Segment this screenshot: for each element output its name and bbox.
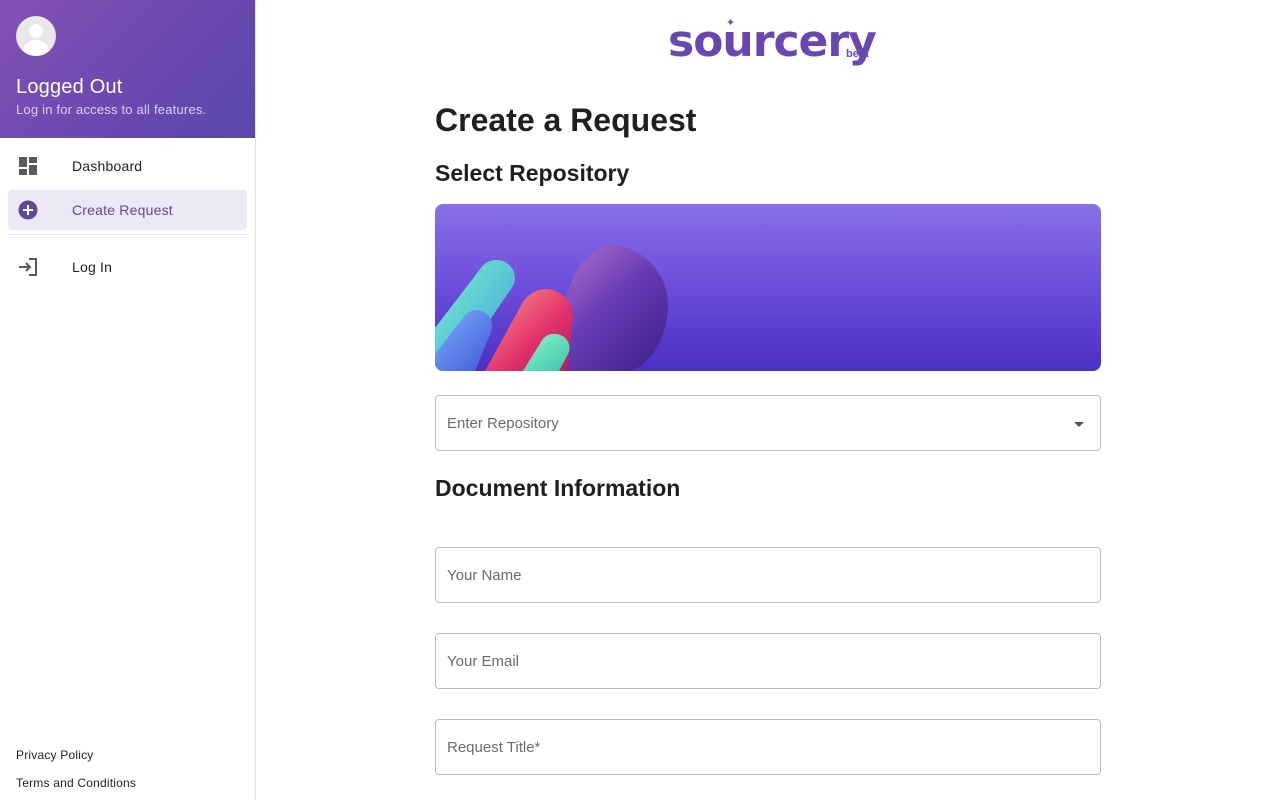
add-circle-icon — [18, 200, 38, 220]
repository-banner — [435, 204, 1101, 371]
sidebar-item-label: Log In — [72, 259, 113, 275]
chevron-down-icon[interactable] — [1072, 418, 1086, 432]
dashboard-icon — [18, 156, 38, 176]
request-title-input[interactable] — [436, 720, 1100, 774]
privacy-policy-link[interactable]: Privacy Policy — [16, 748, 136, 762]
your-email-input[interactable] — [436, 634, 1100, 688]
sidebar-footer: Privacy Policy Terms and Conditions — [16, 734, 136, 790]
your-name-field[interactable] — [435, 547, 1101, 603]
nav-divider — [8, 234, 247, 235]
sidebar-item-label: Create Request — [72, 202, 173, 218]
logo-text: sourcery — [668, 16, 877, 67]
avatar-head — [29, 24, 43, 38]
sidebar-nav: Dashboard Create Request Log In — [0, 138, 255, 287]
avatar — [16, 16, 56, 56]
sourcery-logo[interactable]: sourcery ✦ beta — [668, 14, 877, 70]
page-title: Create a Request — [435, 102, 697, 138]
sidebar-item-log-in[interactable]: Log In — [8, 247, 247, 287]
your-email-field[interactable] — [435, 633, 1101, 689]
sidebar: Logged Out Log in for access to all feat… — [0, 0, 256, 800]
terms-link[interactable]: Terms and Conditions — [16, 776, 136, 790]
your-name-input[interactable] — [436, 548, 1100, 602]
main-content: sourcery ✦ beta Create a Request Select … — [256, 0, 1280, 800]
beta-badge: beta — [846, 48, 869, 60]
sidebar-header: Logged Out Log in for access to all feat… — [0, 0, 255, 138]
login-icon — [18, 257, 38, 277]
user-subtitle: Log in for access to all features. — [16, 102, 207, 117]
user-status: Logged Out — [16, 76, 123, 98]
sidebar-item-label: Dashboard — [72, 158, 143, 174]
sidebar-item-dashboard[interactable]: Dashboard — [8, 146, 247, 186]
select-repository-heading: Select Repository — [435, 160, 630, 186]
banner-illustration — [435, 245, 668, 371]
document-information-heading: Document Information — [435, 475, 681, 501]
avatar-body — [22, 40, 50, 56]
repository-select[interactable] — [435, 395, 1101, 451]
request-title-field[interactable] — [435, 719, 1101, 775]
repository-input[interactable] — [436, 396, 1100, 450]
sparkle-icon: ✦ — [726, 17, 736, 29]
sidebar-item-create-request[interactable]: Create Request — [8, 190, 247, 230]
